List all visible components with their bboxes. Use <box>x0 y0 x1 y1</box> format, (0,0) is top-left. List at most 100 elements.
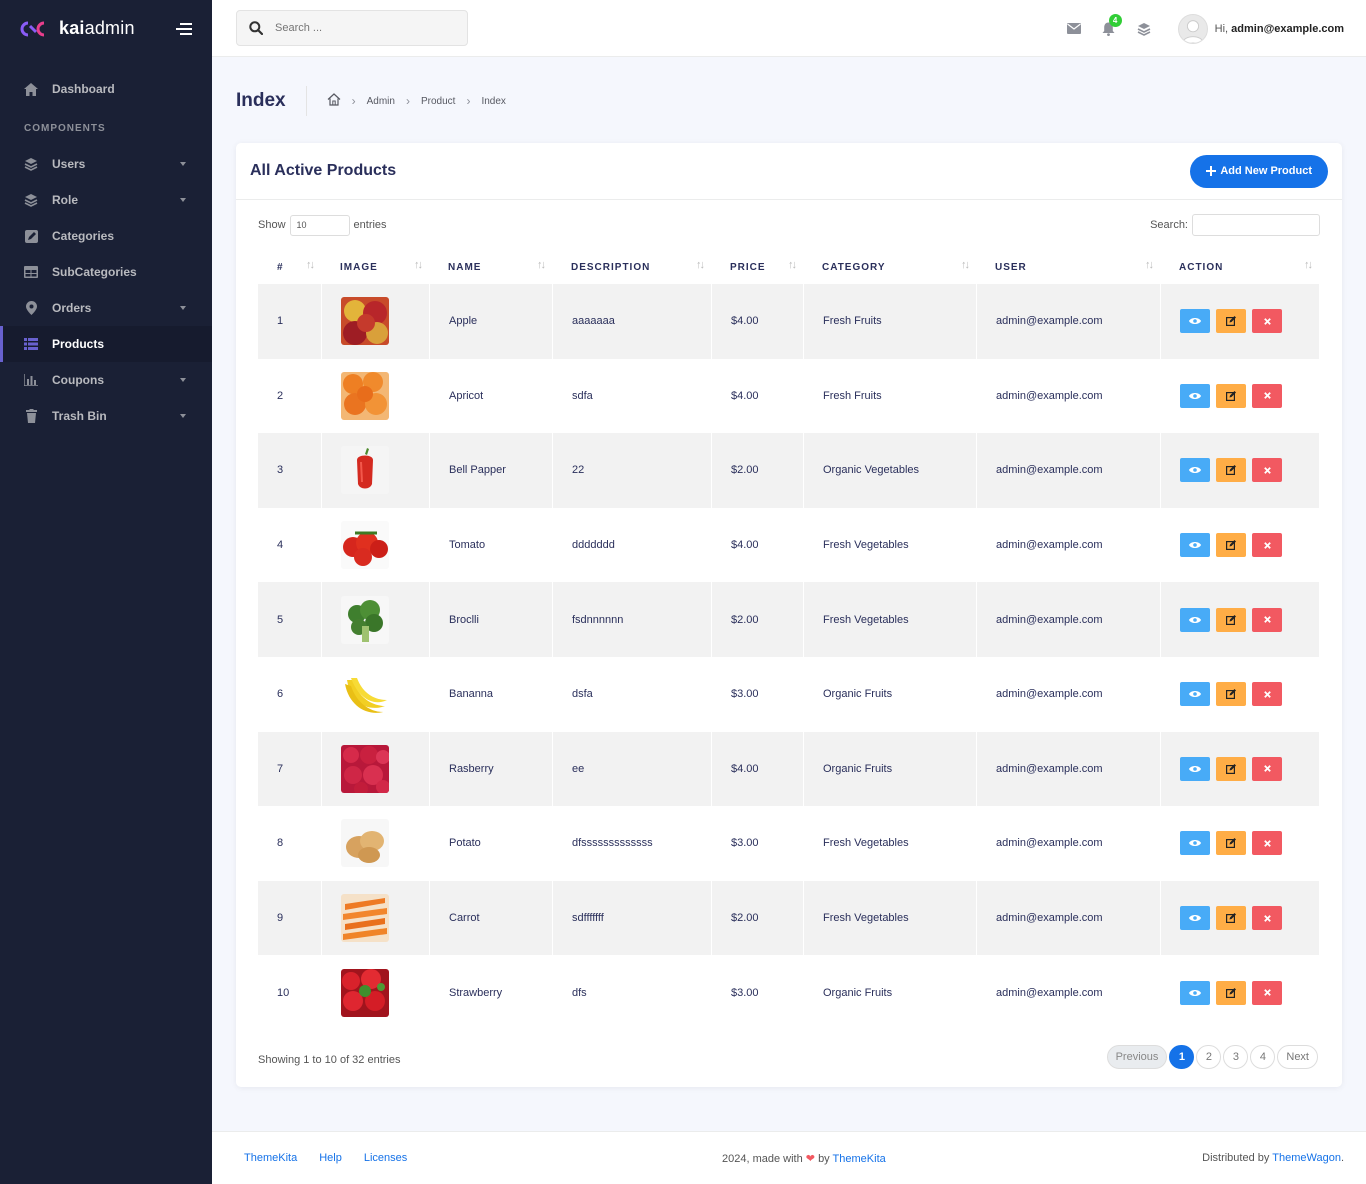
search-icon[interactable] <box>249 21 263 35</box>
layers-icon[interactable] <box>1137 22 1151 36</box>
sidebar-item-coupons[interactable]: Coupons <box>0 362 212 398</box>
column-header-number[interactable]: # ↑↓ <box>258 250 321 284</box>
notification-badge: 4 <box>1108 13 1122 27</box>
delete-button[interactable] <box>1252 831 1282 856</box>
view-button[interactable] <box>1180 607 1210 632</box>
home-icon[interactable] <box>327 93 341 109</box>
product-image <box>341 521 389 570</box>
entries-select[interactable]: 10 <box>289 214 350 236</box>
delete-button[interactable] <box>1252 309 1282 334</box>
table-row: 5 Broclli fsdnnnnnn $2.00 Fresh Vegetables ad… <box>258 582 1319 657</box>
footer-link-help[interactable]: Help <box>319 1152 342 1164</box>
sidebar-item-users[interactable]: Users <box>0 146 212 182</box>
pagination-page-3[interactable]: 3 <box>1223 1045 1249 1069</box>
footer-dist-link[interactable]: ThemeWagon <box>1272 1152 1341 1164</box>
sidebar-item-subcategories[interactable]: SubCategories <box>0 254 212 290</box>
add-new-product-button[interactable]: Add New Product <box>1190 154 1328 188</box>
delete-button[interactable] <box>1252 383 1282 408</box>
product-image <box>341 371 389 420</box>
edit-button[interactable] <box>1216 980 1246 1005</box>
cell-category: Fresh Vegetables <box>803 507 976 583</box>
view-button[interactable] <box>1180 682 1210 707</box>
breadcrumb-item[interactable]: Index <box>481 96 505 107</box>
edit-icon <box>1226 316 1236 327</box>
view-button[interactable] <box>1180 831 1210 856</box>
footer-link-themekita[interactable]: ThemeKita <box>244 1152 297 1164</box>
menu-toggle-icon[interactable] <box>176 22 192 35</box>
delete-button[interactable] <box>1252 906 1282 931</box>
cell-description: fsdnnnnnn <box>552 582 711 657</box>
delete-button[interactable] <box>1252 682 1282 707</box>
delete-button[interactable] <box>1252 756 1282 781</box>
logo-icon <box>20 21 45 36</box>
edit-button[interactable] <box>1216 906 1246 931</box>
edit-button[interactable] <box>1216 458 1246 483</box>
delete-button[interactable] <box>1252 458 1282 483</box>
cell-user: admin@example.com <box>976 507 1160 583</box>
close-icon <box>1263 690 1271 698</box>
pagination-page-4[interactable]: 4 <box>1250 1045 1276 1069</box>
cell-number: 7 <box>258 731 321 807</box>
search-input[interactable] <box>275 22 455 34</box>
sort-icon: ↑↓ <box>961 259 970 271</box>
edit-icon <box>1226 689 1236 700</box>
column-header-price[interactable]: PRICE ↑↓ <box>711 250 803 284</box>
edit-button[interactable] <box>1216 533 1246 558</box>
column-header-category[interactable]: CATEGORY ↑↓ <box>803 250 976 284</box>
view-button[interactable] <box>1180 980 1210 1005</box>
pagination-page-1[interactable]: 1 <box>1169 1045 1195 1069</box>
trash-icon <box>24 409 38 423</box>
edit-button[interactable] <box>1216 607 1246 632</box>
view-button[interactable] <box>1180 533 1210 558</box>
column-header-name[interactable]: NAME ↑↓ <box>429 250 552 284</box>
cell-name: Broclli <box>429 582 552 657</box>
view-button[interactable] <box>1180 906 1210 931</box>
column-header-action[interactable]: ACTION ↑↓ <box>1160 250 1319 284</box>
table-search-input[interactable] <box>1192 214 1320 236</box>
footer-distributed: Distributed by ThemeWagon. <box>1202 1152 1344 1164</box>
edit-button[interactable] <box>1216 682 1246 707</box>
sidebar-item-orders[interactable]: Orders <box>0 290 212 326</box>
product-image <box>341 595 389 644</box>
sidebar-item-trash-bin[interactable]: Trash Bin <box>0 398 212 434</box>
pagination-previous[interactable]: Previous <box>1106 1045 1168 1069</box>
edit-button[interactable] <box>1216 309 1246 334</box>
column-header-image[interactable]: IMAGE ↑↓ <box>321 250 429 284</box>
footer-link-licenses[interactable]: Licenses <box>364 1152 407 1164</box>
pagination-next[interactable]: Next <box>1277 1045 1318 1069</box>
view-button[interactable] <box>1180 309 1210 334</box>
cell-name: Carrot <box>429 880 552 956</box>
bell-icon[interactable]: 4 <box>1102 13 1122 36</box>
delete-button[interactable] <box>1252 533 1282 558</box>
breadcrumb: › Admin › Product › Index <box>327 93 506 109</box>
column-header-user[interactable]: USER ↑↓ <box>976 250 1160 284</box>
cell-category: Fresh Vegetables <box>803 880 976 956</box>
breadcrumb-item[interactable]: Admin <box>367 96 395 107</box>
cell-image <box>321 358 429 434</box>
close-icon <box>1263 317 1271 325</box>
sidebar-item-dashboard[interactable]: Dashboard <box>0 71 212 107</box>
view-button[interactable] <box>1180 458 1210 483</box>
cell-description: 22 <box>552 433 711 508</box>
edit-button[interactable] <box>1216 831 1246 856</box>
bar-chart-icon <box>24 373 38 387</box>
delete-button[interactable] <box>1252 607 1282 632</box>
cell-price: $2.00 <box>711 582 803 657</box>
sidebar-item-categories[interactable]: Categories <box>0 218 212 254</box>
delete-button[interactable] <box>1252 980 1282 1005</box>
envelope-icon[interactable] <box>1066 22 1081 36</box>
brand-logo[interactable]: kaiadmin <box>20 18 135 39</box>
footer-credit-link[interactable]: ThemeKita <box>833 1153 886 1165</box>
column-header-description[interactable]: DESCRIPTION ↑↓ <box>552 250 711 284</box>
sidebar-item-products[interactable]: Products <box>0 326 212 362</box>
avatar[interactable] <box>1177 13 1208 44</box>
edit-button[interactable] <box>1216 756 1246 781</box>
edit-button[interactable] <box>1216 383 1246 408</box>
view-button[interactable] <box>1180 756 1210 781</box>
layers-icon <box>24 193 38 207</box>
pagination-page-2[interactable]: 2 <box>1196 1045 1222 1069</box>
sidebar-item-role[interactable]: Role <box>0 182 212 218</box>
user-greeting[interactable]: Hi, admin@example.com <box>1215 23 1344 35</box>
view-button[interactable] <box>1180 383 1210 408</box>
breadcrumb-item[interactable]: Product <box>421 96 455 107</box>
